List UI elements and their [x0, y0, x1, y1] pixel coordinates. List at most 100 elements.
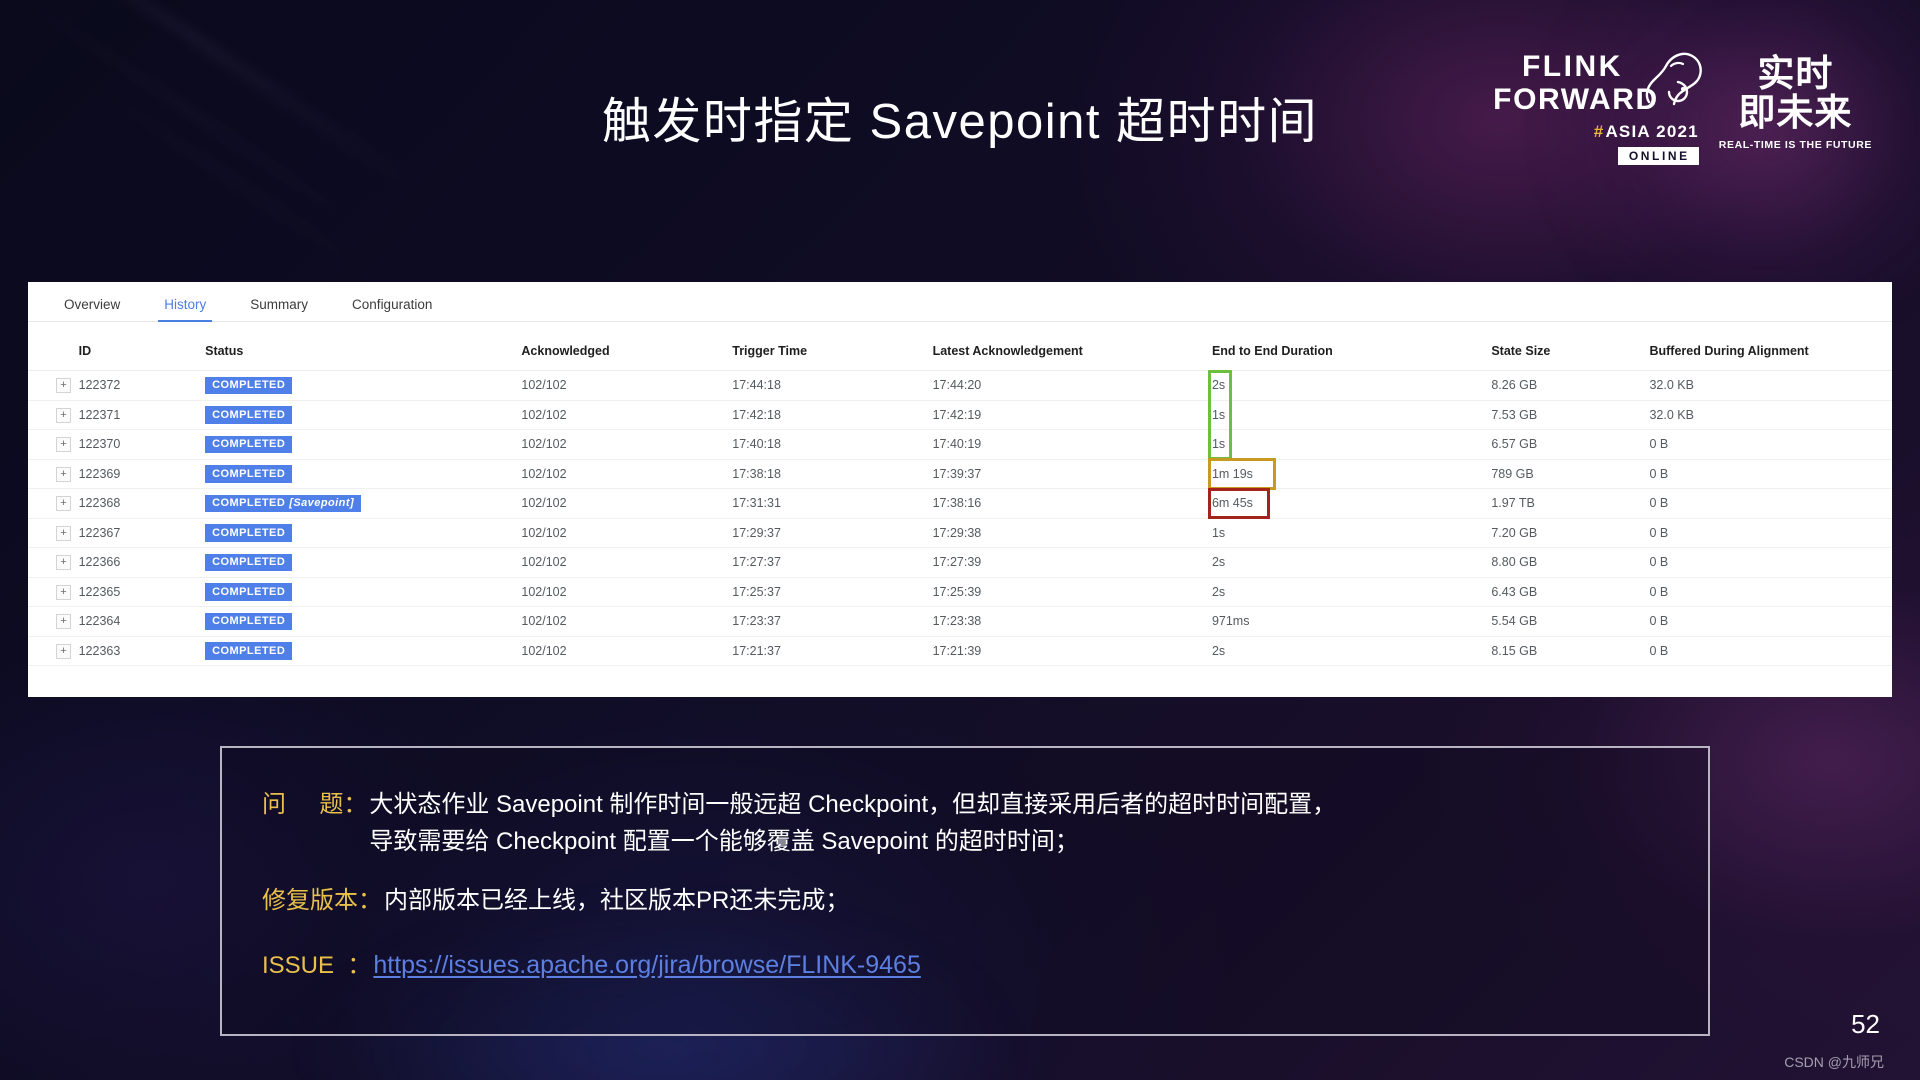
cell-latest-acknowledgement: 17:44:20	[932, 370, 1212, 401]
cell-status: COMPLETED	[205, 547, 522, 578]
cell-latest-acknowledgement: 17:29:38	[932, 518, 1212, 548]
cell-latest-acknowledgement: 17:21:39	[932, 636, 1212, 666]
column-header-status[interactable]: Status	[205, 334, 522, 371]
cell-state-size: 7.53 GB	[1491, 400, 1650, 430]
cell-status: COMPLETED	[205, 636, 522, 666]
status-badge: COMPLETED	[205, 642, 293, 660]
expand-row-button[interactable]: +	[56, 643, 71, 659]
table-row[interactable]: +122366 COMPLETED 102/102 17:27:37 17:27:39 2…	[28, 547, 1892, 578]
cell-state-size: 1.97 TB	[1491, 488, 1650, 519]
expand-row-button[interactable]: +	[56, 525, 71, 541]
expand-row-button[interactable]: +	[56, 407, 71, 423]
note-issue: ISSUE ： https://issues.apache.org/jira/b…	[262, 946, 1668, 985]
cell-end-to-end-duration: 6m 45s	[1211, 488, 1492, 519]
row-expander-cell: +	[28, 547, 79, 578]
panel-tabbar: Overview History Summary Configuration	[28, 282, 1892, 322]
expand-row-button[interactable]: +	[56, 437, 71, 453]
savepoint-tag: [Savepoint]	[289, 497, 355, 509]
column-header-buffered-during-alignment[interactable]: Buffered During Alignment	[1649, 334, 1892, 371]
column-header-end-to-end-duration[interactable]: End to End Duration	[1211, 334, 1492, 371]
cell-status: COMPLETED [Savepoint]	[205, 488, 522, 519]
logo-asia-year: # ASIA 2021	[1594, 122, 1699, 142]
cell-acknowledged: 102/102	[521, 370, 733, 401]
logo-cn-line1: 实时	[1757, 53, 1834, 94]
cell-state-size: 5.54 GB	[1491, 606, 1650, 637]
cell-acknowledged: 102/102	[521, 577, 733, 607]
tab-overview[interactable]: Overview	[64, 297, 120, 321]
cell-id: 122369	[78, 459, 206, 489]
table-row[interactable]: +122369 COMPLETED 102/102 17:38:18 17:39:37 1…	[28, 459, 1892, 489]
table-row[interactable]: +122371 COMPLETED 102/102 17:42:18 17:42:19 1…	[28, 400, 1892, 430]
cell-buffered-during-alignment: 0 B	[1649, 459, 1892, 489]
cell-latest-acknowledgement: 17:27:39	[932, 547, 1212, 578]
table-row[interactable]: +122370 COMPLETED 102/102 17:40:18 17:40:19 1…	[28, 429, 1892, 460]
table-row[interactable]: +122364 COMPLETED 102/102 17:23:37 17:23:38 9…	[28, 606, 1892, 637]
cell-end-to-end-duration: 1m 19s	[1211, 459, 1492, 489]
cell-end-to-end-duration: 971ms	[1211, 606, 1492, 637]
cell-id: 122364	[78, 606, 206, 637]
cell-latest-acknowledgement: 17:38:16	[932, 488, 1212, 519]
status-badge: COMPLETED	[205, 524, 293, 542]
column-header-latest-acknowledgement[interactable]: Latest Acknowledgement	[932, 334, 1212, 371]
cell-latest-acknowledgement: 17:25:39	[932, 577, 1212, 607]
row-expander-cell: +	[28, 429, 79, 460]
column-header-acknowledged[interactable]: Acknowledged	[521, 334, 733, 371]
expand-row-button[interactable]: +	[56, 584, 71, 600]
table-row[interactable]: +122365 COMPLETED 102/102 17:25:37 17:25:39 2…	[28, 577, 1892, 607]
tab-summary[interactable]: Summary	[250, 297, 308, 321]
column-header-id[interactable]: ID	[78, 334, 206, 371]
cell-acknowledged: 102/102	[521, 488, 733, 519]
cell-state-size: 6.57 GB	[1491, 429, 1650, 460]
expand-row-button[interactable]: +	[56, 466, 71, 482]
cell-state-size: 7.20 GB	[1491, 518, 1650, 548]
note-fix-label: 修复版本：	[262, 887, 382, 915]
logo-online-badge: ONLINE	[1617, 146, 1699, 165]
cell-buffered-during-alignment: 0 B	[1649, 636, 1892, 666]
note-question-label: 问 题：	[262, 791, 368, 818]
table-row[interactable]: +122363 COMPLETED 102/102 17:21:37 17:21:39 2…	[28, 636, 1892, 666]
table-row[interactable]: +122367 COMPLETED 102/102 17:29:37 17:29:38 1…	[28, 518, 1892, 548]
cell-end-to-end-duration: 2s	[1211, 636, 1492, 666]
column-header-expander	[28, 334, 79, 371]
cell-buffered-during-alignment: 32.0 KB	[1649, 370, 1892, 401]
expand-row-button[interactable]: +	[56, 496, 71, 512]
cell-end-to-end-duration: 1s	[1211, 518, 1492, 548]
note-fix-text: 内部版本已经上线，社区版本PR还未完成；	[384, 887, 850, 915]
checkpoint-history-panel: Overview History Summary Configuration I…	[28, 282, 1892, 697]
status-badge: COMPLETED	[205, 612, 293, 630]
table-row[interactable]: +122372 COMPLETED 102/102 17:44:18 17:44:20 2…	[28, 370, 1892, 401]
tab-configuration[interactable]: Configuration	[352, 297, 432, 321]
cell-acknowledged: 102/102	[521, 518, 733, 548]
cell-state-size: 789 GB	[1491, 459, 1650, 489]
note-question: 问 题： 大状态作业 Savepoint 制作时间一般远超 Checkpoint…	[262, 786, 1668, 860]
tab-history[interactable]: History	[158, 297, 213, 322]
cell-latest-acknowledgement: 17:39:37	[932, 459, 1212, 489]
expand-row-button[interactable]: +	[56, 614, 71, 630]
cell-acknowledged: 102/102	[521, 400, 733, 430]
expand-row-button[interactable]: +	[56, 378, 71, 394]
cell-acknowledged: 102/102	[521, 547, 733, 578]
expand-row-button[interactable]: +	[56, 555, 71, 571]
cell-status: COMPLETED	[205, 606, 522, 637]
cell-trigger-time: 17:25:37	[732, 577, 933, 607]
column-header-trigger-time[interactable]: Trigger Time	[732, 334, 933, 371]
cell-acknowledged: 102/102	[521, 636, 733, 666]
table-row[interactable]: +122368 COMPLETED [Savepoint] 102/102 17:31:…	[28, 488, 1892, 519]
status-badge: COMPLETED	[205, 406, 293, 424]
status-badge: COMPLETED	[205, 435, 293, 453]
cell-end-to-end-duration: 1s	[1211, 400, 1492, 430]
flink-forward-logo: FLINK FORWARD # ASIA 2021 ONLINE 实时 即未来 …	[1493, 52, 1872, 165]
issue-link[interactable]: https://issues.apache.org/jira/browse/FL…	[373, 946, 921, 985]
cell-trigger-time: 17:21:37	[732, 636, 933, 666]
cell-latest-acknowledgement: 17:40:19	[932, 429, 1212, 460]
cell-latest-acknowledgement: 17:42:19	[932, 400, 1212, 430]
cell-trigger-time: 17:42:18	[732, 400, 933, 430]
column-header-state-size[interactable]: State Size	[1491, 334, 1650, 371]
logo-tagline: REAL-TIME IS THE FUTURE	[1718, 139, 1872, 152]
cell-id: 122365	[78, 577, 206, 607]
cell-status: COMPLETED	[205, 400, 522, 430]
cell-buffered-during-alignment: 0 B	[1649, 518, 1892, 548]
row-expander-cell: +	[28, 488, 79, 519]
cell-trigger-time: 17:31:31	[732, 488, 933, 519]
page-number: 52	[1851, 1009, 1880, 1039]
